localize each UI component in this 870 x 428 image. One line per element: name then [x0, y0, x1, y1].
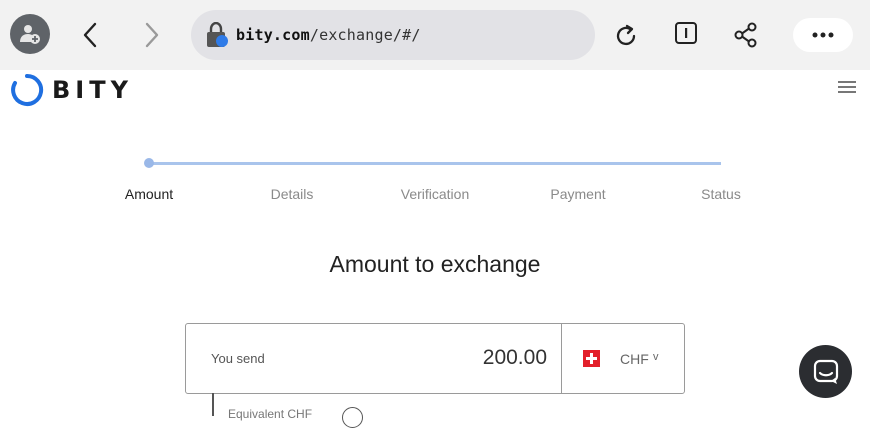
progress-dot [144, 158, 154, 168]
lock-icon [205, 21, 229, 48]
chevron-down-icon: v [653, 351, 659, 363]
page-title: Amount to exchange [329, 251, 541, 277]
step-verification: Verification [400, 186, 470, 202]
send-label: You send [211, 351, 265, 366]
browser-toolbar: bity.com/exchange/#/ [0, 0, 870, 70]
step-amount: Amount [124, 186, 174, 202]
step-details: Details [270, 186, 314, 202]
info-icon[interactable] [342, 407, 363, 428]
step-status: Status [701, 186, 741, 202]
progress-track [149, 162, 721, 165]
bity-logo[interactable]: BITY [10, 73, 133, 107]
send-amount-field: You send 200.00 CHF v [185, 323, 685, 394]
back-icon[interactable] [76, 20, 104, 50]
send-amount-input[interactable]: 200.00 [483, 346, 547, 370]
hamburger-icon[interactable] [838, 81, 856, 95]
logo-text: BITY [52, 76, 133, 104]
share-icon[interactable] [731, 20, 761, 50]
url-domain: bity.com [236, 26, 310, 44]
currency-code: CHF [620, 351, 649, 367]
step-payment: Payment [550, 186, 606, 202]
reader-icon[interactable] [671, 18, 701, 48]
reload-icon[interactable] [610, 20, 642, 52]
more-icon[interactable] [793, 18, 853, 52]
url-path: /exchange/#/ [309, 26, 421, 44]
currency-select[interactable]: CHF v [562, 324, 684, 393]
url-text: bity.com/exchange/#/ [236, 26, 421, 44]
forward-icon[interactable] [138, 20, 166, 50]
swiss-flag-icon [583, 350, 600, 367]
address-bar[interactable]: bity.com/exchange/#/ [191, 10, 595, 60]
bity-logo-ring-icon [11, 73, 44, 106]
chat-icon[interactable] [799, 345, 852, 398]
connector-line [212, 393, 214, 416]
profile-icon[interactable] [10, 14, 50, 54]
equivalent-text: Equivalent CHF [228, 407, 313, 421]
